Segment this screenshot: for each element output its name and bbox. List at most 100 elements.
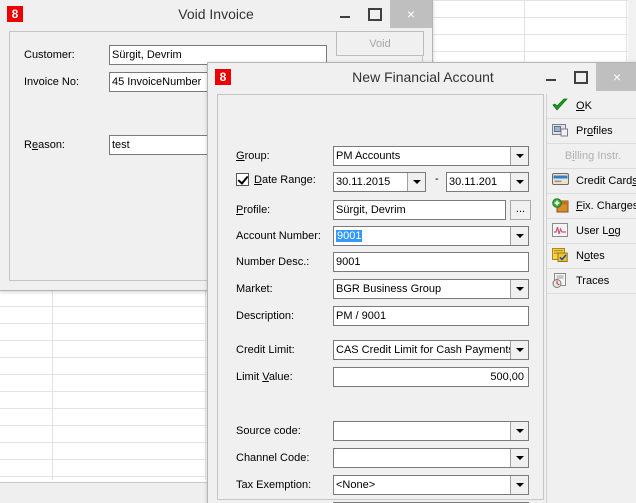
void-button[interactable]: Void [336, 31, 424, 56]
customer-row: Customer: [24, 45, 109, 65]
void-invoice-titlebar[interactable]: 8 Void Invoice × [0, 0, 432, 28]
channel-code-combobox[interactable] [333, 448, 529, 468]
financial-account-form-panel: Group: PM Accounts Date Range: 30.11.201… [217, 94, 544, 503]
invoice-no-row: Invoice No: [24, 72, 109, 92]
chevron-down-icon[interactable] [510, 147, 528, 165]
sidebar-item-label: Profiles [576, 125, 613, 137]
channel-code-label: Channel Code: [236, 452, 310, 464]
new-financial-account-window: 8 New Financial Account × Group: PM Acco… [207, 62, 636, 503]
account-number-value: 9001 [336, 230, 363, 242]
limit-value-label: Limit Value: [236, 371, 293, 383]
source-code-value [334, 422, 510, 440]
sidebar-item-label: OK [576, 100, 592, 112]
window-controls: × [536, 63, 636, 91]
sidebar-item-label: Traces [576, 275, 610, 287]
date-range-from-combobox[interactable]: 30.11.2015 [333, 172, 426, 192]
profile-input[interactable]: Sürgit, Devrim [333, 200, 506, 220]
sidebar-item-label: User Log [576, 225, 621, 237]
sidebar-item-billing-instr: Billing Instr. [547, 144, 636, 169]
source-code-combobox[interactable] [333, 421, 529, 441]
sidebar-item-credit-cards[interactable]: Credit Cards [547, 169, 636, 194]
command-sidebar: OK Profiles Billing Instr. Credit Cards Fix.… [546, 94, 636, 503]
chevron-down-icon[interactable] [510, 227, 528, 245]
account-number-value-wrap: 9001 [334, 227, 510, 245]
date-range-from-value: 30.11.2015 [336, 176, 391, 188]
date-range-checkbox[interactable] [236, 173, 249, 186]
channel-code-value [334, 449, 510, 467]
sidebar-item-label: Billing Instr. [564, 150, 622, 162]
minimize-icon [340, 16, 350, 18]
maximize-button[interactable] [360, 0, 390, 28]
sidebar-item-notes[interactable]: Notes [547, 244, 636, 269]
app-icon: 8 [215, 69, 231, 85]
date-range-label-group: Date Range: [236, 173, 316, 186]
tax-exemption-label: Tax Exemption: [236, 479, 312, 491]
screen-root: 8 Void Invoice × Customer: Sürgit, Devri… [0, 0, 636, 503]
customer-label: Customer: [24, 49, 75, 61]
credit-limit-label: Credit Limit: [236, 344, 295, 356]
sidebar-item-user-log[interactable]: User Log [547, 219, 636, 244]
void-button-label: Void [369, 37, 391, 50]
chevron-down-icon[interactable] [510, 476, 528, 494]
reason-label: Reason: [24, 139, 65, 151]
number-desc-input[interactable]: 9001 [333, 252, 529, 272]
group-label: Group: [236, 150, 270, 162]
maximize-icon [574, 70, 588, 84]
chevron-down-icon[interactable] [510, 449, 528, 467]
minimize-button[interactable] [330, 0, 360, 28]
date-range-to-value: 30.11.201 [449, 176, 498, 188]
maximize-icon [368, 7, 382, 21]
chevron-down-icon[interactable] [407, 173, 425, 191]
chevron-down-icon[interactable] [510, 173, 528, 191]
chevron-down-icon[interactable] [510, 341, 528, 359]
chevron-down-icon[interactable] [510, 422, 528, 440]
group-value: PM Accounts [336, 150, 401, 162]
description-input[interactable]: PM / 9001 [333, 306, 529, 326]
sidebar-item-label: Fix. Charges [576, 200, 636, 212]
minimize-button[interactable] [536, 63, 566, 91]
limit-value-input[interactable]: 500,00 [333, 367, 529, 387]
maximize-button[interactable] [566, 63, 596, 91]
description-label: Description: [236, 310, 295, 322]
date-range-label: Date Range: [254, 173, 316, 186]
fixed-charges-icon [552, 198, 570, 214]
profile-label: Profile: [236, 204, 271, 216]
close-icon: × [612, 69, 622, 85]
sidebar-item-ok[interactable]: OK [547, 94, 636, 119]
credit-card-icon [552, 173, 570, 189]
group-combobox[interactable]: PM Accounts [333, 146, 529, 166]
traces-icon [552, 273, 570, 289]
close-button[interactable]: × [596, 63, 636, 91]
sidebar-item-traces[interactable]: Traces [547, 269, 636, 294]
close-icon: × [406, 6, 416, 22]
credit-limit-value: CAS Credit Limit for Cash Payments [336, 344, 510, 356]
market-label: Market: [236, 283, 273, 295]
number-desc-label: Number Desc.: [236, 256, 310, 268]
date-range-separator: - [435, 173, 439, 185]
sidebar-item-label: Notes [576, 250, 605, 262]
green-check-icon [552, 98, 570, 114]
reason-row: Reason: [24, 135, 109, 155]
tax-exemption-value: <None> [336, 479, 376, 491]
tax-exemption-combobox[interactable]: <None> [333, 475, 529, 495]
minimize-icon [546, 79, 556, 81]
app-icon: 8 [7, 6, 23, 22]
chevron-down-icon[interactable] [510, 280, 528, 298]
sidebar-item-fix-charges[interactable]: Fix. Charges [547, 194, 636, 219]
financial-account-titlebar[interactable]: 8 New Financial Account × [208, 63, 636, 91]
window-controls: × [330, 0, 432, 28]
market-value: BGR Business Group [336, 283, 442, 295]
credit-limit-combobox[interactable]: CAS Credit Limit for Cash Payments [333, 340, 529, 360]
account-number-combobox[interactable]: 9001 [333, 226, 529, 246]
sidebar-item-label: Credit Cards [576, 175, 636, 187]
source-code-label: Source code: [236, 425, 301, 437]
user-log-icon [552, 223, 570, 239]
date-range-to-combobox[interactable]: 30.11.201 [446, 172, 529, 192]
profiles-icon [552, 123, 570, 139]
market-combobox[interactable]: BGR Business Group [333, 279, 529, 299]
close-button[interactable]: × [390, 0, 432, 28]
sidebar-item-profiles[interactable]: Profiles [547, 119, 636, 144]
invoice-no-label: Invoice No: [24, 76, 80, 88]
account-number-label: Account Number: [236, 230, 321, 242]
profile-browse-button[interactable]: ... [510, 200, 531, 220]
